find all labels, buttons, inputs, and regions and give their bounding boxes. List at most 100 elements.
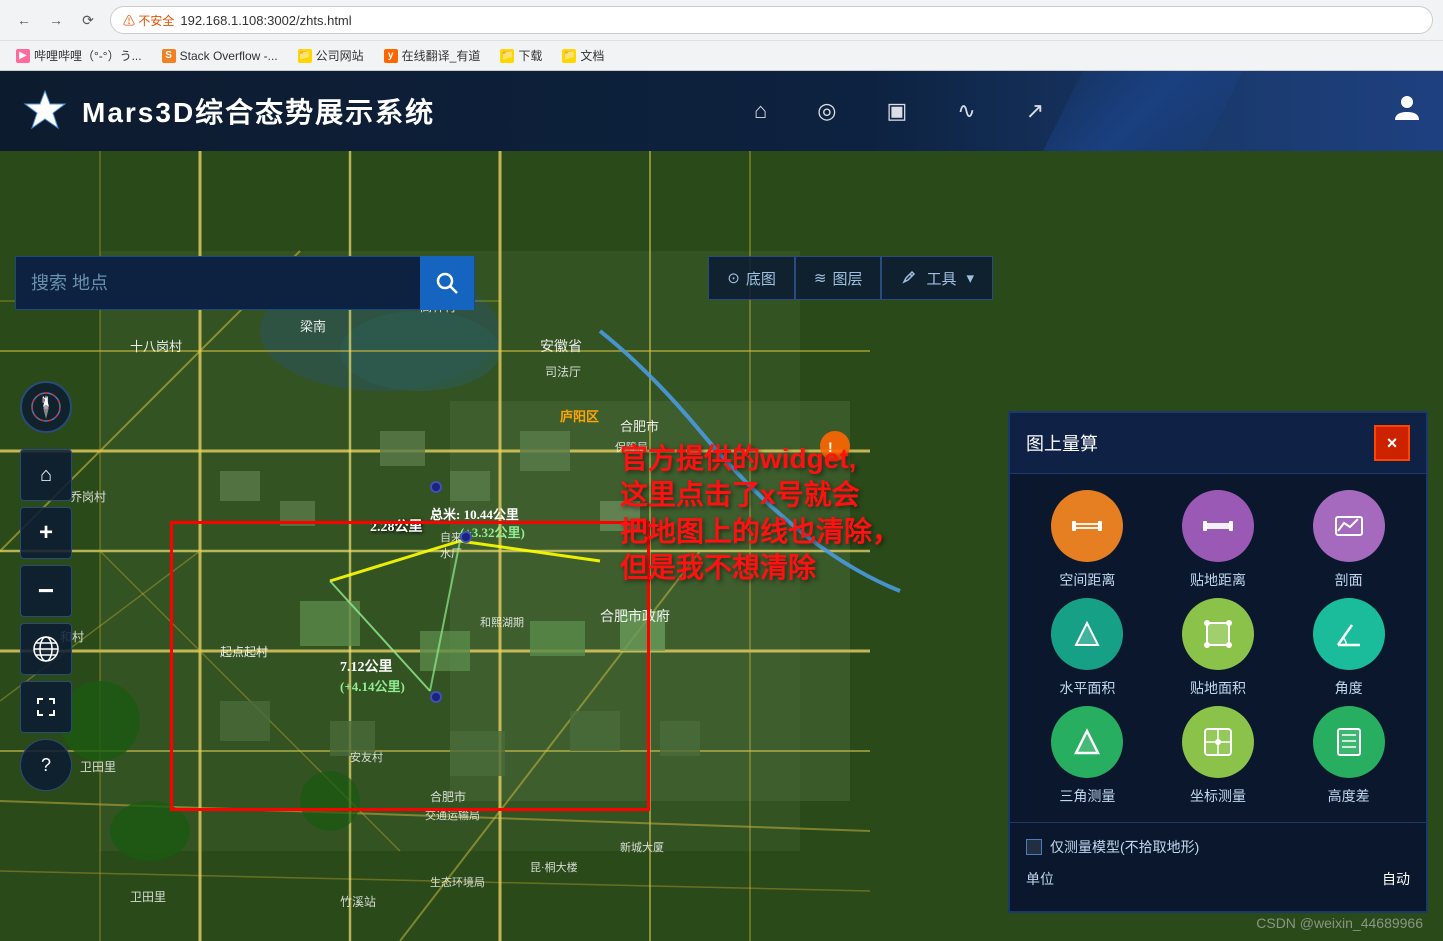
csdn-watermark: CSDN @weixin_44689966 bbox=[1256, 915, 1423, 931]
tool-grid: 空间距离 贴地距离 bbox=[1010, 474, 1426, 822]
map-selection-rect bbox=[170, 521, 650, 811]
globe-view-button[interactable] bbox=[20, 623, 72, 675]
bookmark-download[interactable]: 📁 下载 bbox=[494, 45, 548, 66]
map-area[interactable]: 十八岗村 乔岗村 和村 卫田里 梁南 高林村 安徽省 司法厅 合肥市 保障局 合… bbox=[0, 151, 1443, 941]
nav-line-button[interactable]: ∿ bbox=[957, 98, 975, 124]
tool-ground-distance: 贴地距离 bbox=[1157, 490, 1280, 590]
height-diff-icon[interactable] bbox=[1313, 706, 1385, 778]
bilibili-favicon: ▶ bbox=[16, 49, 30, 63]
reload-button[interactable]: ⟳ bbox=[74, 6, 102, 34]
height-diff-label: 高度差 bbox=[1328, 786, 1370, 806]
compass[interactable]: N bbox=[20, 381, 72, 433]
ground-distance-label: 贴地距离 bbox=[1190, 570, 1246, 590]
ground-distance-icon[interactable] bbox=[1182, 490, 1254, 562]
map-point-3 bbox=[430, 691, 442, 703]
browser-chrome: ← → ⟳ ⚠ 不安全 192.168.1.108:3002/zhts.html… bbox=[0, 0, 1443, 71]
space-distance-label: 空间距离 bbox=[1059, 570, 1115, 590]
logo-area: Mars3D综合态势展示系统 bbox=[0, 86, 455, 136]
back-button[interactable]: ← bbox=[10, 6, 38, 34]
tools-dropdown-icon: ▾ bbox=[966, 269, 974, 287]
download-favicon: 📁 bbox=[500, 49, 514, 63]
bilibili-label: 哔哩哔哩（°-°）う... bbox=[34, 47, 142, 64]
svg-text:合肥市: 合肥市 bbox=[620, 419, 659, 434]
map-point-1 bbox=[460, 531, 472, 543]
nav-icons: ⌂ ◎ ▣ ∿ ↗ bbox=[455, 98, 1443, 124]
svg-text:卫田里: 卫田里 bbox=[130, 890, 166, 904]
layers-button[interactable]: ≋ 图层 bbox=[795, 256, 882, 300]
nav-chart-button[interactable]: ▣ bbox=[887, 98, 908, 124]
youdao-label: 在线翻译_有道 bbox=[402, 47, 481, 64]
tool-coordinate: 坐标测量 bbox=[1157, 706, 1280, 806]
cross-section-label: 剖面 bbox=[1335, 570, 1363, 590]
bookmark-bilibili[interactable]: ▶ 哔哩哔哩（°-°）う... bbox=[10, 45, 148, 66]
space-distance-icon[interactable] bbox=[1051, 490, 1123, 562]
horiz-area-label: 水平面积 bbox=[1059, 678, 1115, 698]
map-nav-controls: N ⌂ + − bbox=[20, 381, 72, 791]
svg-text:庐阳区: 庐阳区 bbox=[560, 409, 599, 424]
fullscreen-button[interactable] bbox=[20, 681, 72, 733]
unit-label: 单位 bbox=[1026, 869, 1054, 889]
svg-text:总米: 10.44公里: 总米: 10.44公里 bbox=[430, 507, 519, 522]
panel-close-button[interactable]: × bbox=[1374, 425, 1410, 461]
nav-view-button[interactable]: ◎ bbox=[817, 98, 836, 124]
map-point-2 bbox=[430, 481, 442, 493]
map-toolbar: ⊙ 底图 ≋ 图层 工具 ▾ bbox=[708, 256, 993, 300]
model-only-row: 仅测量模型(不拾取地形) bbox=[1026, 831, 1410, 863]
bookmarks-bar: ▶ 哔哩哔哩（°-°）う... S Stack Overflow -... 📁 … bbox=[0, 40, 1443, 70]
tools-label: 工具 bbox=[926, 268, 956, 289]
address-bar[interactable]: ⚠ 不安全 192.168.1.108:3002/zhts.html bbox=[110, 6, 1433, 34]
horiz-area-icon[interactable] bbox=[1051, 598, 1123, 670]
coordinate-icon[interactable] bbox=[1182, 706, 1254, 778]
forward-button[interactable]: → bbox=[42, 6, 70, 34]
zoom-out-button[interactable]: − bbox=[20, 565, 72, 617]
help-button[interactable]: ? bbox=[20, 739, 72, 791]
youdao-favicon: y bbox=[384, 49, 398, 63]
warning-text: 不安全 bbox=[138, 14, 174, 28]
stackoverflow-label: Stack Overflow -... bbox=[180, 49, 278, 63]
tool-triangle: 三角测量 bbox=[1026, 706, 1149, 806]
search-bar bbox=[15, 256, 475, 310]
angle-icon[interactable] bbox=[1313, 598, 1385, 670]
svg-text:安徽省: 安徽省 bbox=[540, 339, 582, 355]
bookmark-stackoverflow[interactable]: S Stack Overflow -... bbox=[156, 47, 284, 65]
ground-area-icon[interactable] bbox=[1182, 598, 1254, 670]
svg-text:N: N bbox=[42, 395, 49, 405]
svg-text:梁南: 梁南 bbox=[300, 319, 326, 334]
tool-ground-area: 贴地面积 bbox=[1157, 598, 1280, 698]
cross-section-icon[interactable] bbox=[1313, 490, 1385, 562]
basemap-button[interactable]: ⊙ 底图 bbox=[708, 256, 795, 300]
user-icon[interactable] bbox=[1391, 92, 1423, 131]
top-navigation: Mars3D综合态势展示系统 ⌂ ◎ ▣ ∿ ↗ bbox=[0, 71, 1443, 151]
nav-buttons: ← → ⟳ bbox=[10, 6, 102, 34]
panel-title: 图上量算 bbox=[1026, 430, 1098, 456]
svg-text:司法厅: 司法厅 bbox=[545, 365, 581, 379]
search-input[interactable] bbox=[16, 273, 420, 294]
app-container: Mars3D综合态势展示系统 ⌂ ◎ ▣ ∿ ↗ bbox=[0, 71, 1443, 941]
bookmark-company[interactable]: 📁 公司网站 bbox=[292, 45, 370, 66]
layers-label: 图层 bbox=[832, 268, 862, 289]
svg-text:乔岗村: 乔岗村 bbox=[70, 490, 106, 504]
triangle-icon[interactable] bbox=[1051, 706, 1123, 778]
stackoverflow-favicon: S bbox=[162, 49, 176, 63]
csdn-text: CSDN @weixin_44689966 bbox=[1256, 915, 1423, 931]
company-favicon: 📁 bbox=[298, 49, 312, 63]
svg-text:十八岗村: 十八岗村 bbox=[130, 339, 182, 354]
nav-trend-button[interactable]: ↗ bbox=[1026, 98, 1044, 124]
bookmark-youdao[interactable]: y 在线翻译_有道 bbox=[378, 45, 487, 66]
layers-icon: ≋ bbox=[814, 269, 827, 287]
svg-text:生态环境局: 生态环境局 bbox=[430, 875, 485, 889]
spacer bbox=[20, 439, 72, 443]
security-warning: ⚠ 不安全 bbox=[123, 12, 174, 29]
company-label: 公司网站 bbox=[316, 47, 364, 64]
basemap-label: 底图 bbox=[746, 268, 776, 289]
unit-row: 单位 自动 bbox=[1026, 863, 1410, 895]
model-only-checkbox[interactable] bbox=[1026, 839, 1042, 855]
home-view-button[interactable]: ⌂ bbox=[20, 449, 72, 501]
tools-button[interactable]: 工具 ▾ bbox=[881, 256, 993, 300]
triangle-label: 三角测量 bbox=[1059, 786, 1115, 806]
unit-value: 自动 bbox=[1382, 869, 1410, 889]
bookmark-docs[interactable]: 📁 文档 bbox=[556, 45, 610, 66]
search-button[interactable] bbox=[420, 256, 474, 310]
nav-home-button[interactable]: ⌂ bbox=[754, 98, 767, 124]
zoom-in-button[interactable]: + bbox=[20, 507, 72, 559]
